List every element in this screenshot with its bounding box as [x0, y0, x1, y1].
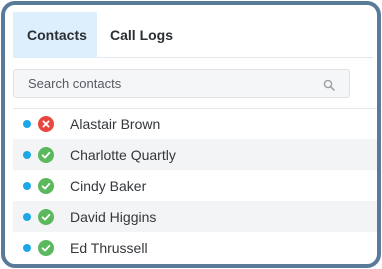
- tab-contacts-label: Contacts: [27, 27, 87, 43]
- tab-contacts[interactable]: Contacts: [13, 12, 97, 58]
- presence-dot: [23, 181, 31, 190]
- contact-name: Cindy Baker: [70, 177, 147, 194]
- available-check-icon: [38, 177, 54, 194]
- contact-row-alastair-brown[interactable]: Alastair Brown: [13, 108, 377, 139]
- contacts-panel: Contacts Call Logs Alastair Brown: [1, 1, 381, 268]
- presence-dot: [23, 243, 31, 252]
- tab-call-logs-label: Call Logs: [110, 27, 174, 43]
- presence-dot: [23, 119, 31, 128]
- contact-name: David Higgins: [70, 208, 157, 225]
- available-check-icon: [38, 146, 54, 163]
- contact-row-david-higgins[interactable]: David Higgins: [13, 201, 377, 232]
- presence-dot: [23, 212, 31, 221]
- contact-row-cindy-baker[interactable]: Cindy Baker: [13, 170, 377, 201]
- tab-call-logs[interactable]: Call Logs: [97, 12, 186, 58]
- presence-dot: [23, 150, 31, 159]
- search-icon[interactable]: [323, 78, 335, 91]
- contact-name: Charlotte Quartly: [70, 146, 176, 163]
- tab-bar: Contacts Call Logs: [13, 12, 373, 58]
- contact-row-ed-thrussell[interactable]: Ed Thrussell: [13, 232, 377, 263]
- unavailable-icon: [38, 115, 54, 132]
- available-check-icon: [38, 239, 54, 256]
- search-input[interactable]: [28, 76, 308, 91]
- contact-row-charlotte-quartly[interactable]: Charlotte Quartly: [13, 139, 377, 170]
- contact-list: Alastair Brown Charlotte Quartly Cindy B…: [13, 108, 377, 263]
- available-check-icon: [38, 208, 54, 225]
- search-box: [13, 69, 350, 98]
- contact-name: Alastair Brown: [70, 115, 161, 132]
- contact-name: Ed Thrussell: [70, 239, 148, 256]
